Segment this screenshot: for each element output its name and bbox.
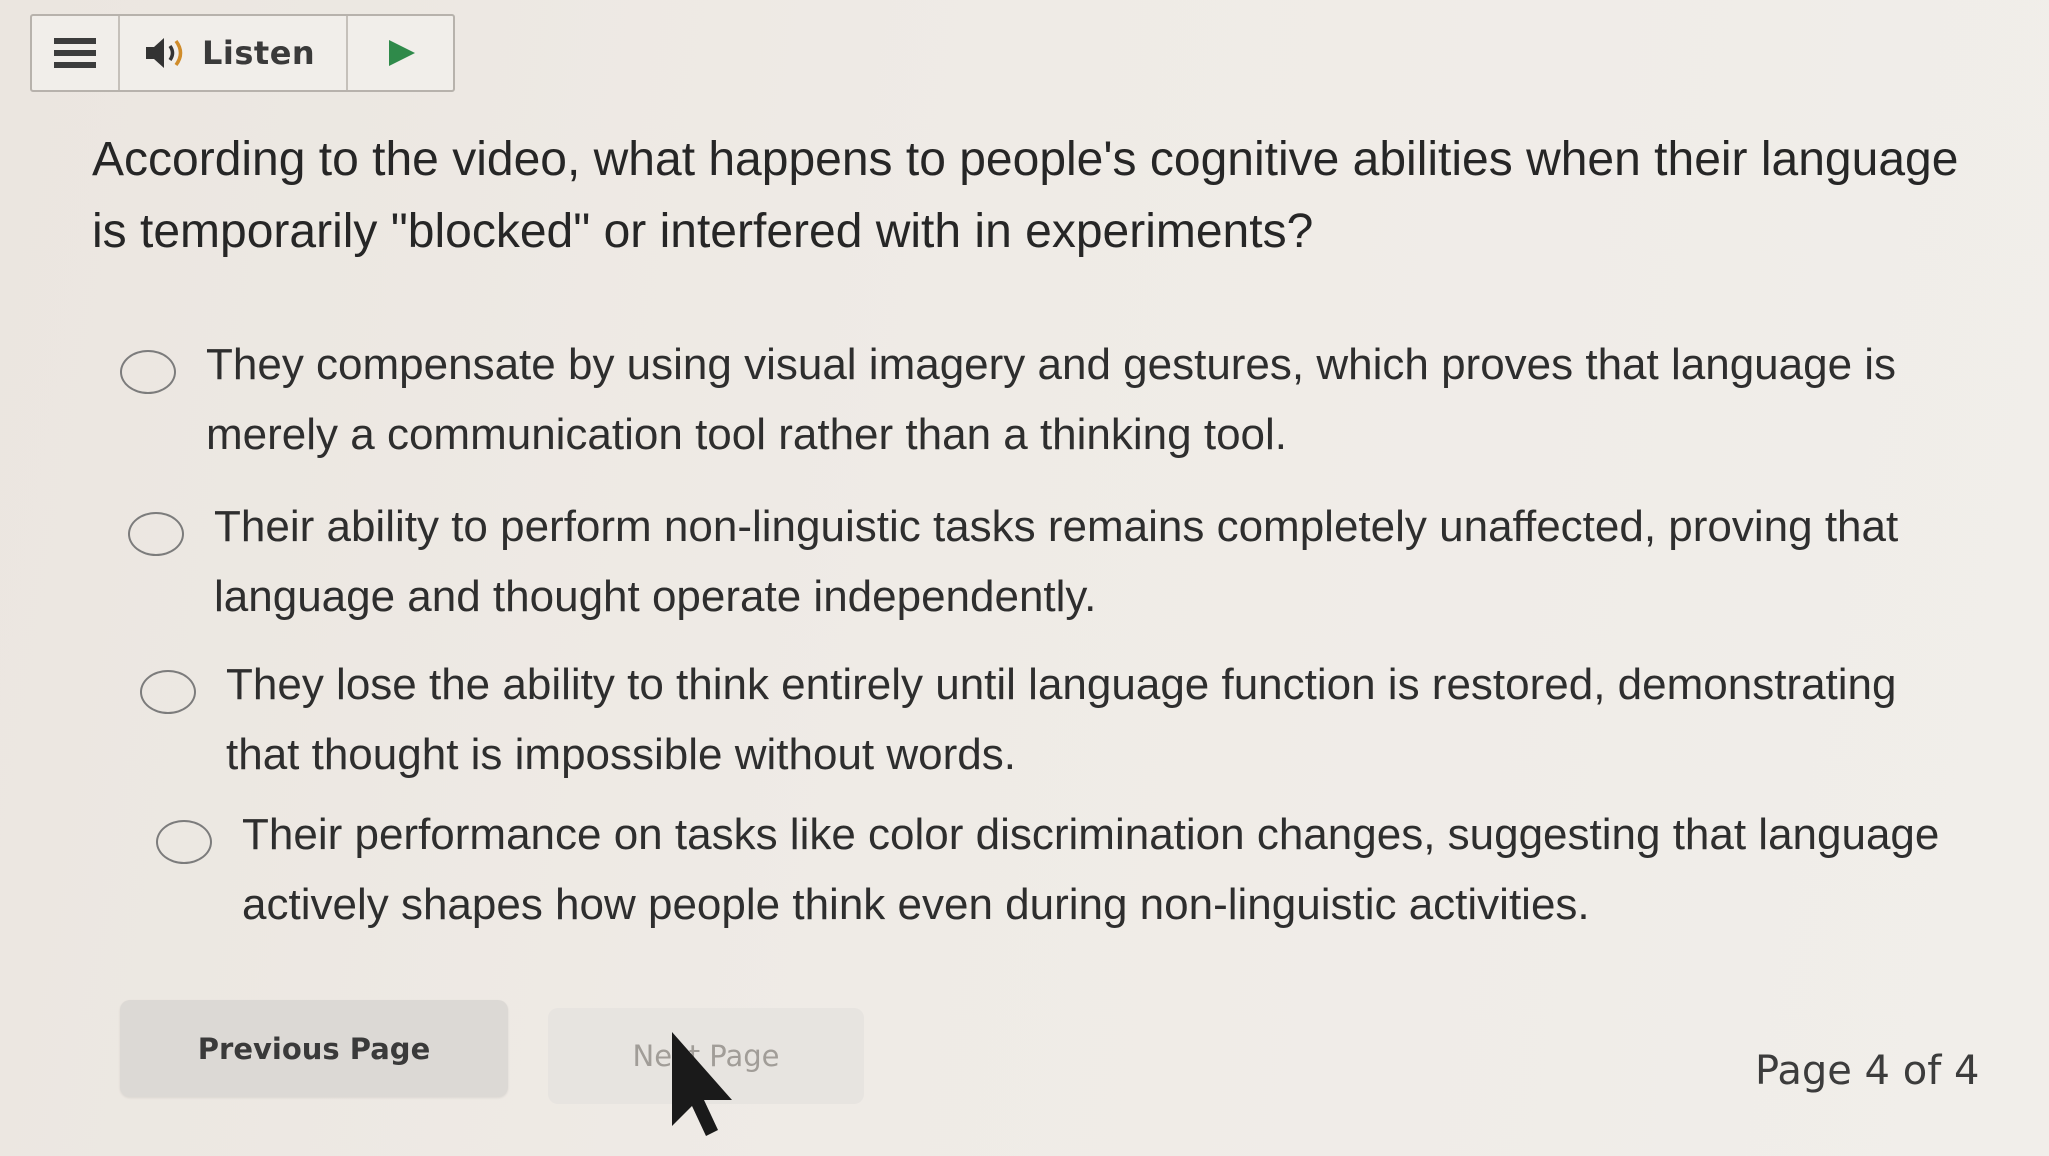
quiz-page: Listen According to the video, what happ… bbox=[0, 0, 2049, 1156]
next-page-button[interactable]: Next Page bbox=[548, 1008, 864, 1104]
radio-button[interactable] bbox=[120, 350, 176, 394]
question-text: According to the video, what happens to … bbox=[92, 133, 1959, 258]
answer-option-text: They compensate by using visual imagery … bbox=[206, 340, 1897, 459]
previous-page-button[interactable]: Previous Page bbox=[120, 1000, 508, 1097]
radio-button[interactable] bbox=[156, 820, 212, 864]
radio-button[interactable] bbox=[128, 512, 184, 556]
play-icon bbox=[388, 40, 415, 66]
answer-option-text: Their ability to perform non-linguistic … bbox=[214, 502, 1899, 621]
answer-option-2[interactable]: Their ability to perform non-linguistic … bbox=[128, 492, 1964, 632]
answer-option-4[interactable]: Their performance on tasks like color di… bbox=[156, 800, 1992, 940]
listen-toolbar: Listen bbox=[30, 14, 455, 92]
play-button[interactable] bbox=[348, 16, 453, 90]
answer-option-text: They lose the ability to think entirely … bbox=[226, 660, 1897, 779]
listen-label: Listen bbox=[202, 34, 316, 72]
speaker-icon bbox=[146, 38, 183, 68]
listen-button[interactable]: Listen bbox=[120, 16, 348, 90]
menu-button[interactable] bbox=[32, 16, 120, 90]
radio-button[interactable] bbox=[140, 670, 196, 714]
hamburger-menu-icon bbox=[54, 38, 96, 68]
answer-option-text: Their performance on tasks like color di… bbox=[242, 810, 1940, 929]
answer-option-3[interactable]: They lose the ability to think entirely … bbox=[140, 650, 1976, 790]
answer-option-1[interactable]: They compensate by using visual imagery … bbox=[120, 330, 1956, 470]
page-indicator: Page 4 of 4 bbox=[1755, 1048, 1980, 1094]
